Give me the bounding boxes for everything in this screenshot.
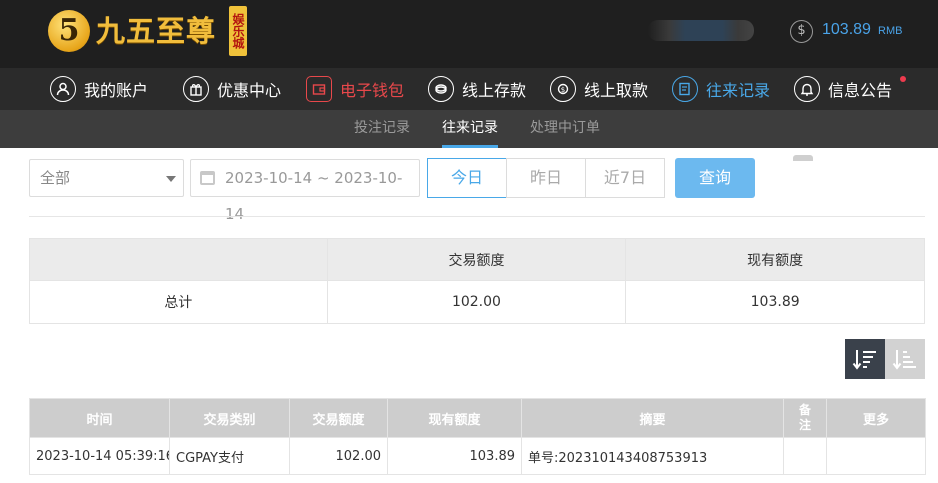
summary-total-row: 总计 102.00 103.89 <box>29 280 925 324</box>
deposit-icon <box>428 76 454 102</box>
summary-header-row: 交易额度 现有额度 <box>29 238 925 281</box>
divider <box>29 216 925 217</box>
nav-transaction-records[interactable]: 往来记录 <box>672 68 770 110</box>
wallet-icon <box>306 76 332 102</box>
nav-label: 优惠中心 <box>217 81 282 100</box>
notification-dot <box>900 76 906 82</box>
col-header-time: 时间 <box>29 398 170 438</box>
records-table: 时间 交易类别 交易额度 现有额度 摘要 备注 更多 2023-10-14 05… <box>29 398 926 475</box>
svg-text:$: $ <box>561 86 565 94</box>
logo-text: 九五至尊 <box>96 14 217 48</box>
query-button[interactable]: 查询 <box>675 158 755 198</box>
type-select[interactable]: 全部 <box>29 159 184 197</box>
nav-label: 线上存款 <box>462 81 527 100</box>
tab-bet-records[interactable]: 投注记录 <box>354 110 410 148</box>
username-pill[interactable] <box>648 20 754 41</box>
nav-my-account[interactable]: 我的账户 <box>50 68 148 110</box>
sort-desc-icon <box>852 350 876 370</box>
table-row: 2023-10-14 05:39:16 CGPAY支付 102.00 103.8… <box>29 437 926 475</box>
nav-announcements[interactable]: 信息公告 <box>794 68 892 110</box>
nav-label: 往来记录 <box>706 81 771 100</box>
bell-icon <box>794 76 820 102</box>
summary-header-cell <box>29 238 328 281</box>
balance-value: 103.89 <box>822 21 871 38</box>
summary-trade-amount: 102.00 <box>326 280 627 324</box>
nav-label: 信息公告 <box>828 81 893 100</box>
sort-asc-button[interactable] <box>885 339 925 379</box>
col-header-more: 更多 <box>826 398 926 438</box>
summary-label: 总计 <box>29 280 328 324</box>
nav-online-deposit[interactable]: 线上存款 <box>428 68 526 110</box>
cell-more[interactable] <box>826 437 926 475</box>
nav-label: 线上取款 <box>584 81 649 100</box>
logo[interactable]: 5 九五至尊 娱乐城 <box>48 6 253 58</box>
cell-summary: 单号:202310143408753913 <box>521 437 784 475</box>
col-header-remark: 备注 <box>783 398 827 438</box>
user-icon <box>50 76 76 102</box>
cell-amount: 102.00 <box>289 437 388 475</box>
nav-promotions[interactable]: 优惠中心 <box>183 68 281 110</box>
summary-table: 交易额度 现有额度 总计 102.00 103.89 <box>29 238 925 324</box>
calendar-icon <box>200 171 215 185</box>
withdraw-icon: $ <box>550 76 576 102</box>
nav-online-withdraw[interactable]: $ 线上取款 <box>550 68 648 110</box>
records-header-row: 时间 交易类别 交易额度 现有额度 摘要 备注 更多 <box>29 398 926 438</box>
yesterday-button[interactable]: 昨日 <box>506 158 586 198</box>
main-nav: 我的账户 优惠中心 电子钱包 线上存款 $ 线上取款 往来记录 信息公告 <box>0 68 938 110</box>
today-button[interactable]: 今日 <box>427 158 507 198</box>
sort-desc-button[interactable] <box>845 339 885 379</box>
col-header-type: 交易类别 <box>169 398 290 438</box>
sort-asc-icon <box>892 350 916 370</box>
col-header-balance: 现有额度 <box>387 398 522 438</box>
col-header-summary: 摘要 <box>521 398 784 438</box>
dollar-icon: $ <box>790 20 813 43</box>
col-header-amount: 交易额度 <box>289 398 388 438</box>
active-tab-underline <box>442 145 498 148</box>
top-header: 5 九五至尊 娱乐城 $ 103.89 RMB <box>0 0 938 68</box>
nav-label: 电子钱包 <box>340 81 405 100</box>
summary-header-cell: 现有额度 <box>625 238 925 281</box>
nav-label: 我的账户 <box>84 81 149 100</box>
records-icon <box>672 76 698 102</box>
cell-time: 2023-10-14 05:39:16 <box>29 437 170 475</box>
nav-e-wallet[interactable]: 电子钱包 <box>306 68 404 110</box>
date-range-input[interactable]: 2023-10-14 ~ 2023-10-14 <box>190 159 420 223</box>
summary-current-amount: 103.89 <box>625 280 925 324</box>
cell-remark <box>783 437 827 475</box>
cell-type: CGPAY支付 <box>169 437 290 475</box>
balance-unit: RMB <box>878 25 903 37</box>
summary-header-cell: 交易额度 <box>326 238 627 281</box>
chevron-down-icon <box>166 176 176 182</box>
tab-pending-orders[interactable]: 处理中订单 <box>530 110 600 148</box>
gift-icon <box>183 76 209 102</box>
cell-balance: 103.89 <box>387 437 522 475</box>
tab-transaction-records[interactable]: 往来记录 <box>442 110 498 148</box>
corner-mark <box>793 155 813 161</box>
logo-tag: 娱乐城 <box>229 6 247 56</box>
sub-nav: 投注记录 往来记录 处理中订单 <box>0 110 938 148</box>
logo-mark: 5 <box>48 10 90 52</box>
last-7-days-button[interactable]: 近7日 <box>585 158 665 198</box>
